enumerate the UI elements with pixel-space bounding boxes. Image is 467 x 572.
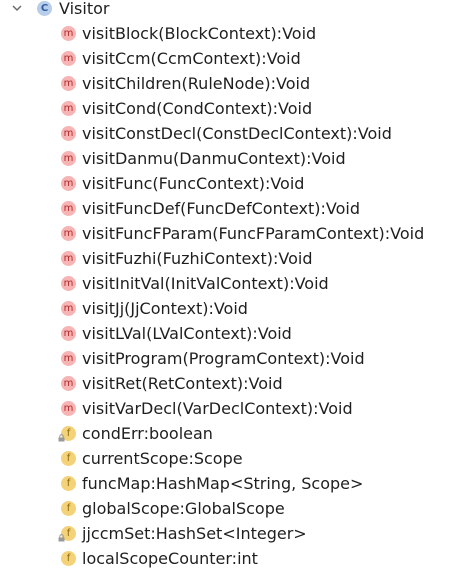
method-icon: m xyxy=(61,376,76,391)
method-icon: m xyxy=(61,76,76,91)
method-label: visitFuzhi(FuzhiContext):Void xyxy=(82,249,313,268)
method-label: visitChildren(RuleNode):Void xyxy=(82,74,311,93)
tree-node-method[interactable]: m visitCond(CondContext):Void xyxy=(0,96,467,121)
tree-node-field[interactable]: f globalScope:GlobalScope xyxy=(0,496,467,521)
method-label: visitBlock(BlockContext):Void xyxy=(82,24,317,43)
structure-tree: C Visitor m visitBlock(BlockContext):Void… xyxy=(0,0,467,572)
class-icon: C xyxy=(37,1,52,16)
field-label: condErr:boolean xyxy=(82,424,213,443)
field-label: currentScope:Scope xyxy=(82,449,243,468)
tree-node-method[interactable]: m visitCcm(CcmContext):Void xyxy=(0,46,467,71)
lock-icon xyxy=(58,434,65,442)
tree-node-method[interactable]: m visitDanmu(DanmuContext):Void xyxy=(0,146,467,171)
method-icon: m xyxy=(61,226,76,241)
chevron-down-icon[interactable] xyxy=(12,3,22,13)
field-label: localScopeCounter:int xyxy=(82,549,258,568)
method-icon: m xyxy=(61,276,76,291)
tree-node-method[interactable]: m visitInitVal(InitValContext):Void xyxy=(0,271,467,296)
lock-icon xyxy=(58,534,65,542)
tree-node-method[interactable]: m visitFunc(FuncContext):Void xyxy=(0,171,467,196)
tree-node-method[interactable]: m visitFuncDef(FuncDefContext):Void xyxy=(0,196,467,221)
tree-node-method[interactable]: m visitFuzhi(FuzhiContext):Void xyxy=(0,246,467,271)
field-label: jjccmSet:HashSet<Integer> xyxy=(82,524,307,543)
tree-node-method[interactable]: m visitRet(RetContext):Void xyxy=(0,371,467,396)
tree-node-field[interactable]: f condErr:boolean xyxy=(0,421,467,446)
field-label: funcMap:HashMap<String, Scope> xyxy=(82,474,364,493)
method-label: visitProgram(ProgramContext):Void xyxy=(82,349,365,368)
method-label: visitVarDecl(VarDeclContext):Void xyxy=(82,399,353,418)
method-label: visitConstDecl(ConstDeclContext):Void xyxy=(82,124,392,143)
tree-node-method[interactable]: m visitLVal(LValContext):Void xyxy=(0,321,467,346)
tree-node-field[interactable]: f currentScope:Scope xyxy=(0,446,467,471)
method-icon: m xyxy=(61,326,76,341)
field-icon: f xyxy=(61,476,76,491)
field-icon: f xyxy=(61,501,76,516)
method-label: visitLVal(LValContext):Void xyxy=(82,324,292,343)
tree-node-method[interactable]: m visitChildren(RuleNode):Void xyxy=(0,71,467,96)
tree-node-field[interactable]: f funcMap:HashMap<String, Scope> xyxy=(0,471,467,496)
tree-node-method[interactable]: m visitBlock(BlockContext):Void xyxy=(0,21,467,46)
tree-node-class-visitor[interactable]: C Visitor xyxy=(0,0,467,21)
method-label: visitFuncFParam(FuncFParamContext):Void xyxy=(82,224,425,243)
tree-node-method[interactable]: m visitProgram(ProgramContext):Void xyxy=(0,346,467,371)
tree-node-method[interactable]: m visitConstDecl(ConstDeclContext):Void xyxy=(0,121,467,146)
method-icon: m xyxy=(61,401,76,416)
method-label: visitFunc(FuncContext):Void xyxy=(82,174,305,193)
tree-node-method[interactable]: m visitFuncFParam(FuncFParamContext):Void xyxy=(0,221,467,246)
method-label: visitJj(JjContext):Void xyxy=(82,299,248,318)
tree-node-field[interactable]: f jjccmSet:HashSet<Integer> xyxy=(0,521,467,546)
method-icon: m xyxy=(61,351,76,366)
method-icon: m xyxy=(61,201,76,216)
method-label: visitRet(RetContext):Void xyxy=(82,374,283,393)
tree-node-method[interactable]: m visitVarDecl(VarDeclContext):Void xyxy=(0,396,467,421)
tree-node-field[interactable]: f localScopeCounter:int xyxy=(0,546,467,571)
field-label: globalScope:GlobalScope xyxy=(82,499,285,518)
method-icon: m xyxy=(61,251,76,266)
method-icon: m xyxy=(61,101,76,116)
tree-node-method[interactable]: m visitJj(JjContext):Void xyxy=(0,296,467,321)
field-icon: f xyxy=(61,551,76,566)
method-label: visitCcm(CcmContext):Void xyxy=(82,49,301,68)
method-icon: m xyxy=(61,126,76,141)
method-label: visitInitVal(InitValContext):Void xyxy=(82,274,329,293)
method-icon: m xyxy=(61,301,76,316)
field-icon: f xyxy=(61,451,76,466)
method-icon: m xyxy=(61,26,76,41)
method-label: visitFuncDef(FuncDefContext):Void xyxy=(82,199,361,218)
method-icon: m xyxy=(61,176,76,191)
class-name-label: Visitor xyxy=(59,0,110,18)
method-label: visitDanmu(DanmuContext):Void xyxy=(82,149,346,168)
method-icon: m xyxy=(61,51,76,66)
method-label: visitCond(CondContext):Void xyxy=(82,99,313,118)
method-icon: m xyxy=(61,151,76,166)
